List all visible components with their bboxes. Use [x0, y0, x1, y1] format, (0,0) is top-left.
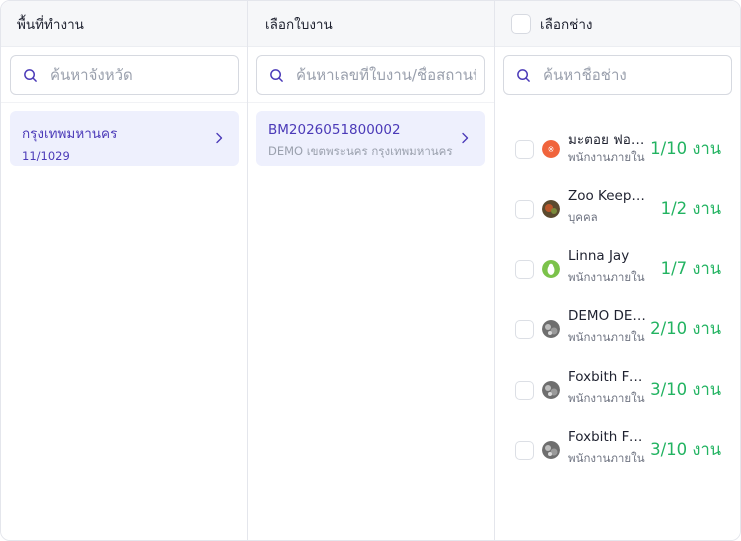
divider	[1, 102, 247, 103]
province-search-input[interactable]	[50, 66, 230, 84]
technician-type: พนักงานภายใน	[568, 330, 645, 344]
technician-type: พนักงานภายใน	[568, 391, 645, 405]
logo-avatar: ※	[542, 140, 560, 158]
technician-job-count: 1/2 งาน	[660, 199, 721, 218]
technician-assignment-panel: พื้นที่ทำงาน กรุงเทพมหานคร 11/1029 เลือก…	[0, 0, 741, 541]
job-item-selected[interactable]: BM2026051800002 DEMO เขตพระนคร กรุงเทพมห…	[256, 111, 485, 166]
province-search[interactable]	[10, 55, 239, 95]
job-location: DEMO เขตพระนคร กรุงเทพมหานคร	[268, 144, 453, 158]
select-all-checkbox[interactable]	[511, 13, 531, 34]
technician-row[interactable]: Foxbith Foxbith พนักงานภายใน 3/10 งาน	[495, 369, 740, 419]
technician-search[interactable]	[503, 55, 732, 95]
technician-type: พนักงานภายใน	[568, 270, 645, 284]
job-search-input[interactable]	[296, 66, 476, 84]
province-count: 11/1029	[22, 149, 70, 163]
job-search[interactable]	[256, 55, 485, 95]
svg-text:※: ※	[548, 145, 555, 154]
technician-job-count: 1/7 งาน	[660, 259, 721, 278]
search-icon	[270, 68, 283, 82]
technician-type: บุคคล	[568, 210, 598, 224]
area-column: พื้นที่ทำงาน กรุงเทพมหานคร 11/1029	[1, 1, 248, 540]
technician-row[interactable]: Linna Jay พนักงานภายใน 1/7 งาน	[495, 248, 740, 298]
province-item-selected[interactable]: กรุงเทพมหานคร 11/1029	[10, 111, 239, 166]
photo-avatar	[542, 200, 560, 218]
photo-avatar	[542, 320, 560, 338]
technician-checkbox[interactable]	[515, 200, 534, 219]
technician-row[interactable]: Zoo Keeper1 บุคคล 1/2 งาน	[495, 188, 740, 238]
photo-avatar	[542, 381, 560, 399]
technician-row[interactable]: ※ มะตอย ฟอกซ์บิท พนักงานภายใน 1/10 งาน	[495, 128, 740, 178]
technician-job-count: 3/10 งาน	[650, 440, 721, 459]
technician-type: พนักงานภายใน	[568, 150, 645, 164]
technician-name: Foxbith Foxbith	[568, 429, 650, 445]
job-column: เลือกใบงาน BM2026051800002 DEMO เขตพระนค…	[248, 1, 495, 540]
search-icon	[517, 68, 530, 82]
technician-row[interactable]: DEMO DEMO พนักงานภายใน 2/10 งาน	[495, 308, 740, 358]
technician-job-count: 3/10 งาน	[650, 380, 721, 399]
technician-job-count: 1/10 งาน	[650, 139, 721, 158]
province-name: กรุงเทพมหานคร	[22, 126, 118, 142]
job-number: BM2026051800002	[268, 122, 401, 138]
technician-checkbox[interactable]	[515, 140, 534, 159]
area-column-title: พื้นที่ทำงาน	[17, 16, 84, 33]
technician-column-title: เลือกช่าง	[540, 16, 593, 33]
technician-name: มะตอย ฟอกซ์บิท	[568, 132, 650, 148]
technician-search-input[interactable]	[543, 66, 723, 84]
chevron-right-icon	[462, 132, 469, 144]
technician-row[interactable]: Foxbith Foxbith พนักงานภายใน 3/10 งาน	[495, 429, 740, 479]
technician-checkbox[interactable]	[515, 260, 534, 279]
technician-type: พนักงานภายใน	[568, 451, 645, 465]
divider	[248, 102, 494, 103]
job-column-header: เลือกใบงาน	[248, 1, 494, 47]
photo-avatar	[542, 441, 560, 459]
technician-name: Foxbith Foxbith	[568, 369, 650, 385]
chevron-right-icon	[216, 132, 223, 144]
area-column-header: พื้นที่ทำงาน	[1, 1, 247, 47]
technician-column: เลือกช่าง ※ มะตอย ฟอกซ์บิท พนักงานภายใน …	[495, 1, 740, 540]
technician-job-count: 2/10 งาน	[650, 319, 721, 338]
green-avatar	[542, 260, 560, 278]
technician-column-header: เลือกช่าง	[495, 1, 740, 47]
technician-checkbox[interactable]	[515, 441, 534, 460]
technician-name: Linna Jay	[568, 248, 630, 264]
technician-checkbox[interactable]	[515, 381, 534, 400]
technician-name: DEMO DEMO	[568, 308, 650, 324]
search-icon	[24, 68, 37, 82]
job-column-title: เลือกใบงาน	[265, 16, 333, 33]
technician-checkbox[interactable]	[515, 320, 534, 339]
technician-name: Zoo Keeper1	[568, 188, 650, 204]
